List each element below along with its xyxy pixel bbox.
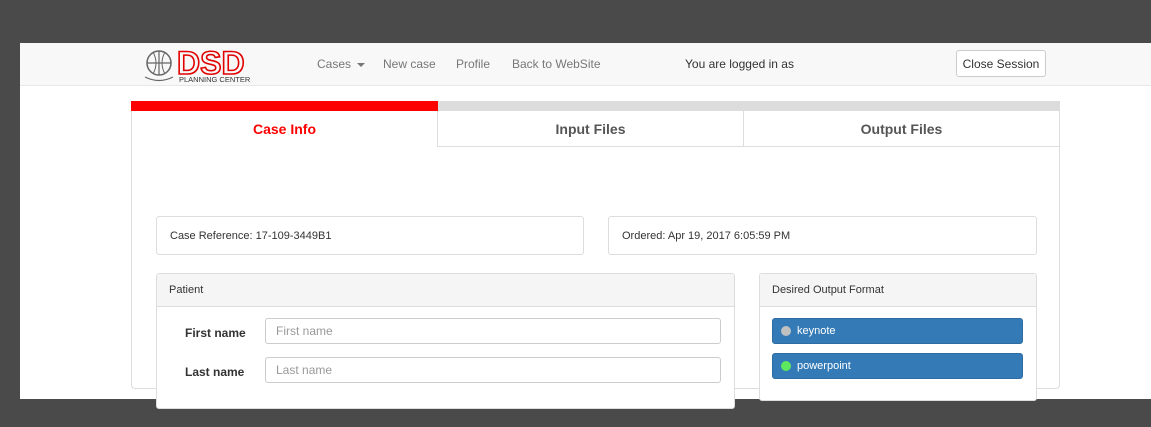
progress-bar	[131, 101, 1060, 111]
navbar: DSD PLANNING CENTER Cases New case Profi…	[20, 43, 1151, 86]
logged-in-text: You are logged in as	[685, 57, 794, 71]
status-dot-icon	[781, 361, 791, 371]
patient-panel: Patient First name Last name	[156, 273, 735, 409]
tab-output-files[interactable]: Output Files	[743, 111, 1059, 147]
close-session-button[interactable]: Close Session	[956, 50, 1046, 77]
status-dot-icon	[781, 326, 791, 336]
tab-case-info[interactable]: Case Info	[132, 111, 437, 147]
option-keynote-button[interactable]: keynote	[772, 318, 1023, 344]
first-name-label: First name	[185, 326, 246, 340]
case-panel: Case Info Input Files Output Files Case …	[131, 111, 1060, 409]
option-powerpoint-button[interactable]: powerpoint	[772, 353, 1023, 379]
dsd-logo-mark: DSD PLANNING CENTER	[144, 44, 251, 84]
option-powerpoint-label: powerpoint	[797, 360, 851, 372]
first-name-input[interactable]	[265, 318, 721, 344]
option-keynote-label: keynote	[797, 325, 836, 337]
nav-profile[interactable]: Profile	[456, 57, 490, 71]
nav-back-to-website[interactable]: Back to WebSite	[512, 57, 601, 71]
nav-new-case[interactable]: New case	[383, 57, 436, 71]
dsd-logo[interactable]: DSD PLANNING CENTER	[143, 44, 283, 84]
nav-cases-dropdown[interactable]: Cases	[317, 57, 366, 71]
ordered-date: Ordered: Apr 19, 2017 6:05:59 PM	[608, 216, 1037, 255]
tab-input-files[interactable]: Input Files	[437, 111, 743, 147]
nav-cases-label: Cases	[317, 57, 352, 71]
last-name-input[interactable]	[265, 357, 721, 383]
output-format-heading: Desired Output Format	[760, 274, 1036, 307]
last-name-label: Last name	[185, 365, 245, 379]
patient-heading: Patient	[157, 274, 734, 307]
progress-fill	[131, 101, 438, 111]
caret-down-icon	[357, 62, 366, 67]
case-reference: Case Reference: 17-109-3449B1	[156, 216, 584, 255]
tab-bar: Case Info Input Files Output Files	[132, 111, 1059, 148]
svg-text:PLANNING CENTER: PLANNING CENTER	[179, 75, 251, 84]
output-format-panel: Desired Output Format keynote powerpoint	[759, 273, 1037, 401]
page: DSD PLANNING CENTER Cases New case Profi…	[20, 43, 1151, 409]
